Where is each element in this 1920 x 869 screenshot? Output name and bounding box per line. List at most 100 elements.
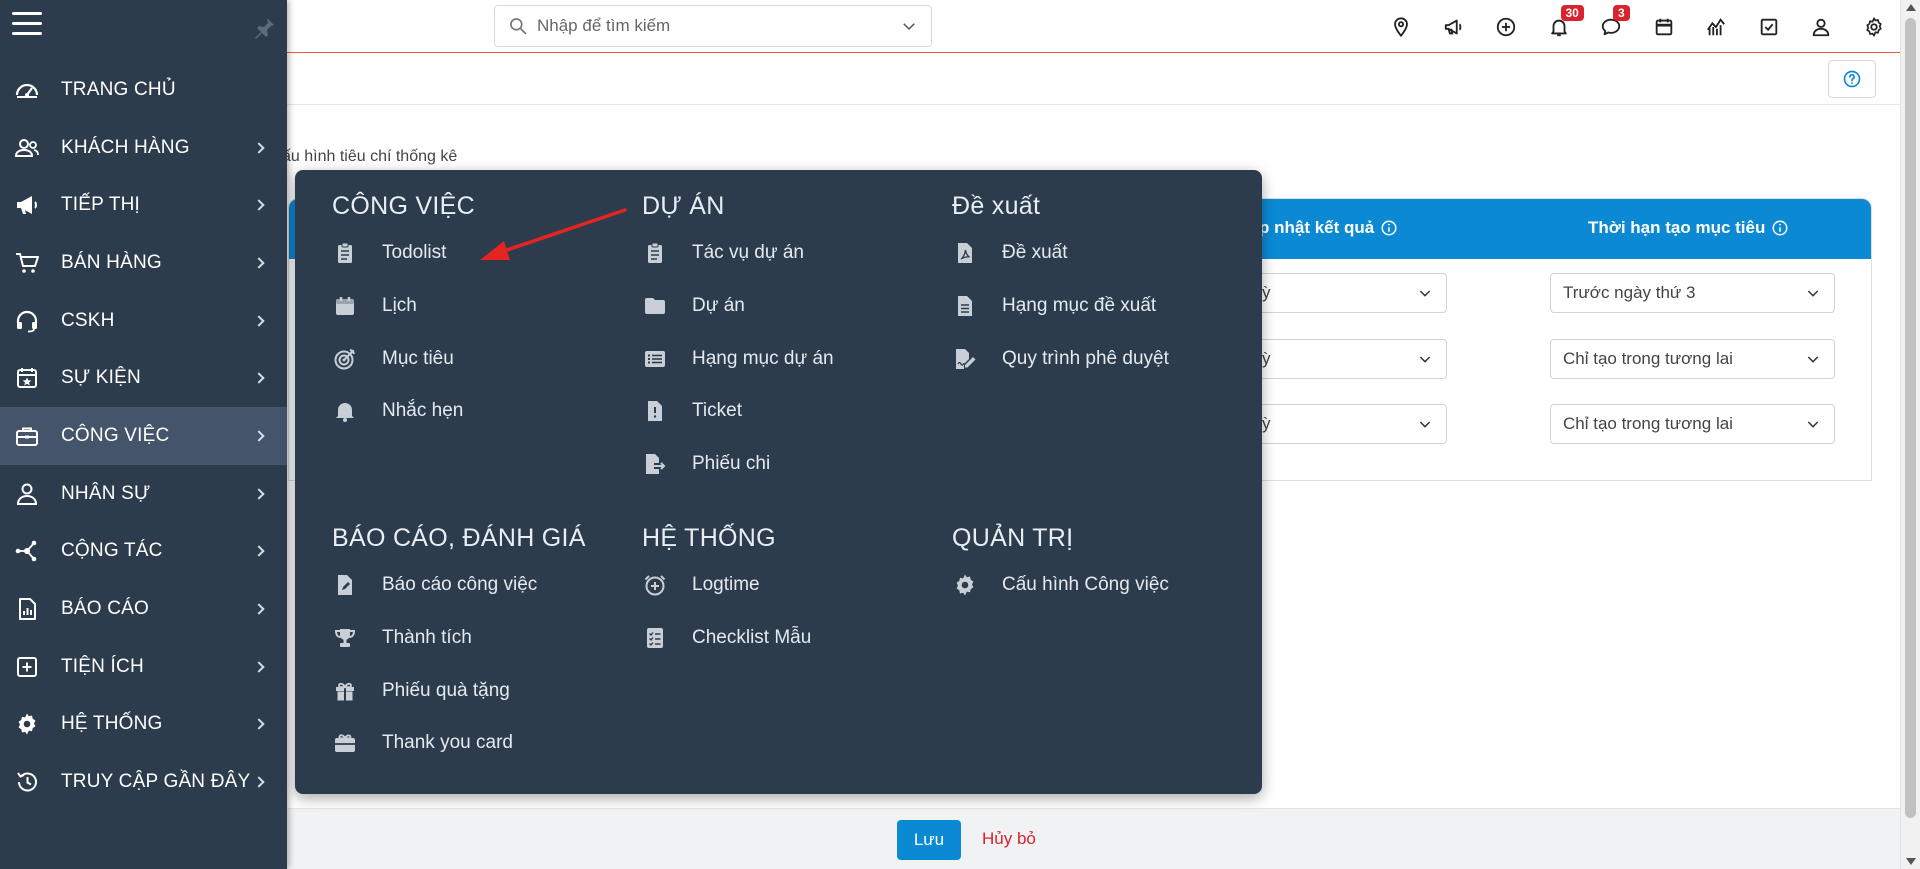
sidebar-item-trang-chu[interactable]: TRANG CHỦ (0, 61, 287, 119)
location-icon[interactable] (1375, 8, 1428, 46)
menu-item-checklist-mau[interactable]: Checklist Mẫu (642, 612, 811, 665)
update-result-select[interactable]: ỳ (1249, 273, 1447, 313)
info-icon[interactable] (1380, 219, 1398, 237)
bell-icon[interactable]: 30 (1533, 5, 1586, 46)
menu-item-tac-vu-du-an[interactable]: Tác vụ dự án (642, 227, 834, 280)
sidebar-item-truy-cap-gan-day[interactable]: TRUY CẬP GẦN ĐÂY (0, 753, 287, 811)
sidebar-item-cskh[interactable]: CSKH (0, 292, 287, 350)
gift-icon (332, 678, 358, 704)
plus-square-icon (14, 655, 46, 679)
menu-item-logtime[interactable]: Logtime (642, 559, 811, 612)
save-button[interactable]: Lưu (897, 820, 961, 860)
file-exclamation-icon (642, 398, 668, 424)
settings-icon[interactable] (1848, 8, 1901, 46)
file-edit-icon (332, 572, 358, 598)
sidebar-item-bao-cao[interactable]: BÁO CÁO (0, 580, 287, 638)
menu-item-ticket[interactable]: Ticket (642, 385, 834, 438)
menu-item-bao-cao-cong-viec[interactable]: Báo cáo công việc (332, 559, 586, 612)
menu-group-bao-cao-danh-gia: BÁO CÁO, ĐÁNH GIÁ Báo cáo công việc Thàn… (332, 524, 586, 770)
target-icon (332, 346, 358, 372)
users-icon (14, 136, 46, 160)
scroll-down-arrow-icon[interactable] (1906, 858, 1916, 865)
menu-group-title: DỰ ÁN (642, 192, 725, 220)
pin-icon[interactable] (252, 16, 276, 40)
add-circle-icon[interactable] (1480, 8, 1533, 46)
sidebar-item-khach-hang[interactable]: KHÁCH HÀNG (0, 119, 287, 177)
chat-icon[interactable]: 3 (1585, 5, 1638, 46)
sidebar-item-nhan-su[interactable]: NHÂN SỰ (0, 465, 287, 523)
menu-group-title: Đề xuất (952, 192, 1041, 220)
sidebar-item-he-thong[interactable]: HỆ THỐNG (0, 696, 287, 754)
goal-deadline-select[interactable]: Trước ngày thứ 3 (1550, 273, 1835, 313)
user-icon[interactable] (1795, 8, 1848, 46)
sidebar-item-cong-viec[interactable]: CÔNG VIỆC (0, 407, 287, 465)
help-button[interactable] (1828, 60, 1876, 98)
sidebar: TRANG CHỦ KHÁCH HÀNG TIẾP THỊ BÁN HÀNG C… (0, 0, 287, 869)
menu-item-todolist[interactable]: Todolist (332, 227, 475, 280)
menu-item-hang-muc-du-an[interactable]: Hạng mục dự án (642, 332, 834, 385)
search-input[interactable] (537, 16, 899, 36)
checkbox-icon[interactable] (1743, 8, 1796, 46)
menu-item-muc-tieu[interactable]: Mục tiêu (332, 332, 475, 385)
update-result-select[interactable]: ỳ (1249, 404, 1447, 444)
chevron-down-icon (1804, 350, 1822, 368)
chart-icon[interactable] (1690, 8, 1743, 46)
file-pdf-icon (952, 240, 978, 266)
gear-icon (14, 712, 46, 736)
checklist-icon (642, 625, 668, 651)
bell-icon (332, 398, 358, 424)
cong-viec-mega-menu: CÔNG VIỆC Todolist Lịch Mục tiêu Nhắc hẹ… (295, 170, 1262, 794)
page-scrollbar[interactable] (1900, 0, 1920, 869)
list-alt-icon (642, 346, 668, 372)
menu-item-du-an[interactable]: Dự án (642, 280, 834, 333)
menu-item-phieu-chi[interactable]: Phiếu chi (642, 438, 834, 491)
goal-deadline-select[interactable]: Chỉ tạo trong tương lai (1550, 404, 1835, 444)
menu-group-quan-tri: QUẢN TRỊ Cấu hình Công việc (952, 524, 1169, 612)
cart-icon (14, 251, 46, 275)
folder-icon (642, 293, 668, 319)
menu-item-de-xuat[interactable]: Đề xuất (952, 227, 1169, 280)
column-header-update-result: p nhật kết quả (1259, 218, 1398, 238)
megaphone-icon[interactable] (1428, 8, 1481, 46)
person-icon (14, 482, 46, 506)
sidebar-item-cong-tac[interactable]: CỘNG TÁC (0, 523, 287, 581)
column-header-goal-deadline: Thời hạn tạo mục tiêu (1588, 218, 1789, 238)
scroll-thumb[interactable] (1905, 18, 1916, 818)
question-icon (1843, 70, 1861, 88)
menu-item-phieu-qua-tang[interactable]: Phiếu quà tặng (332, 664, 586, 717)
search-box[interactable] (494, 5, 932, 47)
menu-item-thanh-tich[interactable]: Thành tích (332, 612, 586, 665)
calendar-icon[interactable] (1638, 8, 1691, 46)
cancel-button[interactable]: Hủy bỏ (982, 829, 1036, 849)
scroll-up-arrow-icon[interactable] (1906, 4, 1916, 11)
notifications-badge: 30 (1560, 5, 1584, 21)
chevron-right-icon (253, 487, 265, 500)
hamburger-menu-icon[interactable] (12, 12, 42, 38)
sidebar-item-tien-ich[interactable]: TIỆN ÍCH (0, 638, 287, 696)
sidebar-item-su-kien[interactable]: SỰ KIỆN (0, 349, 287, 407)
chevron-right-icon (253, 776, 265, 788)
menu-item-hang-muc-de-xuat[interactable]: Hạng mục đề xuất (952, 280, 1169, 333)
file-text-icon (952, 293, 978, 319)
menu-item-lich[interactable]: Lịch (332, 280, 475, 333)
clipboard-list-icon (332, 240, 358, 266)
section-caption: ấu hình tiêu chí thống kê (282, 148, 458, 165)
goal-deadline-select[interactable]: Chỉ tạo trong tương lai (1550, 339, 1835, 379)
chevron-down-icon[interactable] (899, 16, 919, 36)
menu-item-cau-hinh-cong-viec[interactable]: Cấu hình Công việc (952, 559, 1169, 612)
briefcase-icon (14, 424, 46, 448)
sidebar-item-ban-hang[interactable]: BÁN HÀNG (0, 234, 287, 292)
sidebar-item-tiep-thi[interactable]: TIẾP THỊ (0, 176, 287, 234)
clipboard-list-icon (642, 240, 668, 266)
info-icon[interactable] (1771, 219, 1789, 237)
menu-item-quy-trinh-phe-duyet[interactable]: Quy trình phê duyệt (952, 332, 1169, 385)
page-toolbar (287, 54, 1900, 105)
menu-group-du-an: DỰ ÁN Tác vụ dự án Dự án Hạng mục dự án … (642, 192, 834, 490)
update-result-select[interactable]: ỳ (1249, 339, 1447, 379)
dashboard-icon (14, 78, 46, 102)
top-icon-bar: 30 3 (1375, 5, 1901, 46)
gear-icon (952, 572, 978, 598)
menu-item-nhac-hen[interactable]: Nhắc hẹn (332, 385, 475, 438)
menu-item-thank-you-card[interactable]: Thank you card (332, 717, 586, 770)
chevron-right-icon (253, 661, 265, 673)
